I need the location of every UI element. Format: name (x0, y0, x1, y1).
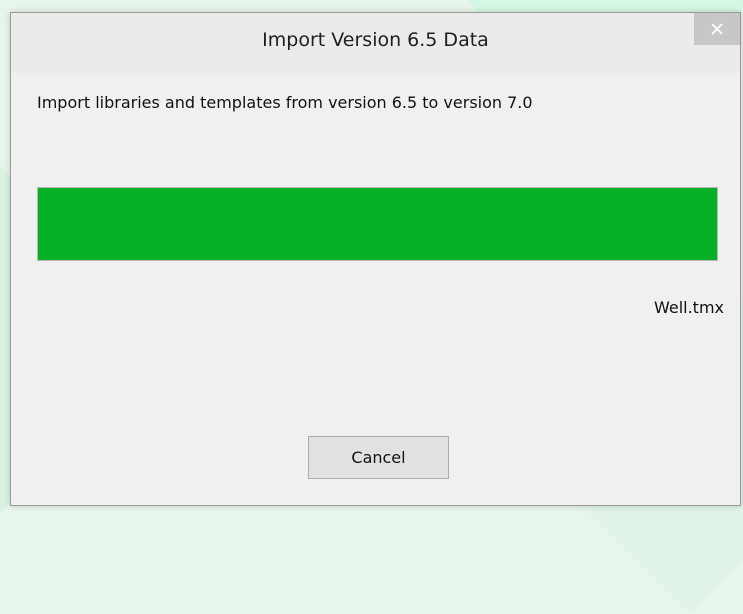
current-file-label: Well.tmx (653, 298, 724, 317)
dialog-title: Import Version 6.5 Data (262, 29, 489, 51)
close-button[interactable] (694, 13, 740, 45)
cancel-button[interactable]: Cancel (308, 436, 449, 479)
import-dialog: Import Version 6.5 Data Import libraries… (10, 12, 741, 506)
progress-fill (38, 188, 717, 260)
dialog-titlebar: Import Version 6.5 Data (11, 13, 740, 73)
dialog-message: Import libraries and templates from vers… (37, 93, 533, 112)
progress-bar (37, 187, 718, 261)
close-icon (711, 23, 723, 35)
